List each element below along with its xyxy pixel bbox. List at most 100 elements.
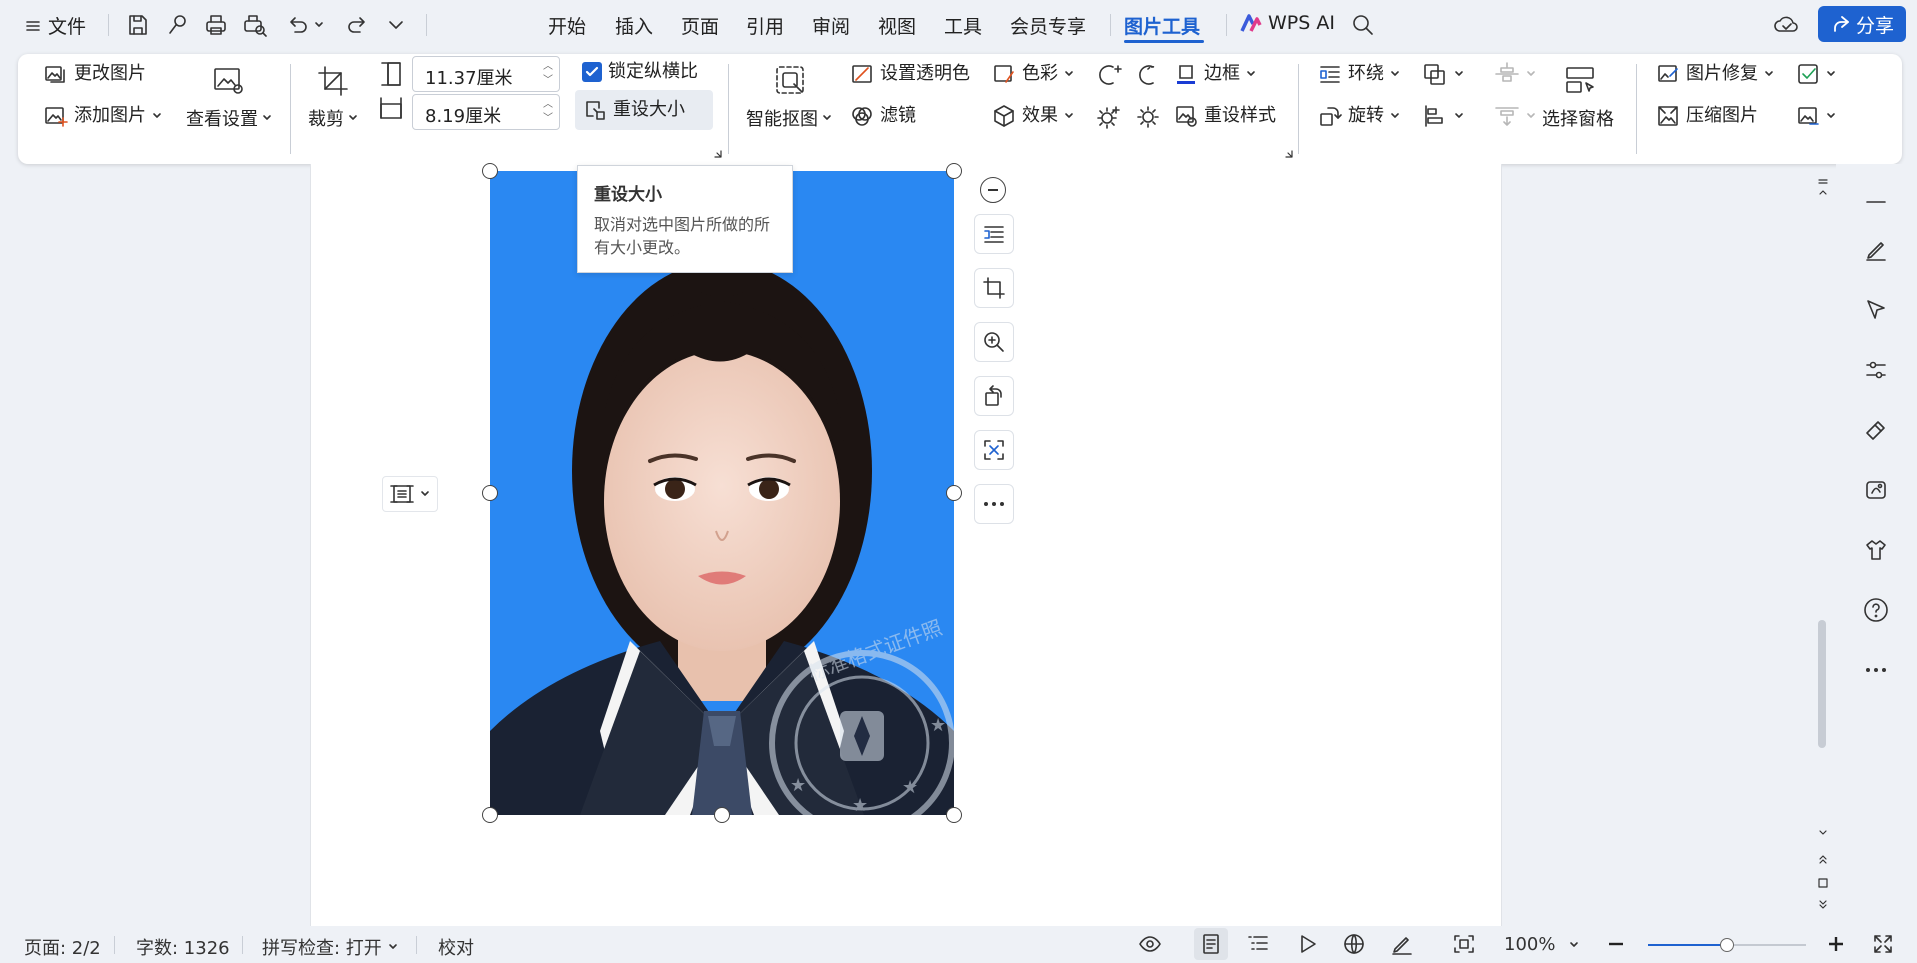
resize-handle-middle-right[interactable] xyxy=(946,485,962,501)
zoom-in-icon[interactable] xyxy=(1826,934,1846,954)
decrease-brightness-icon[interactable] xyxy=(1136,105,1162,129)
effects-button[interactable]: 效果 xyxy=(992,104,1074,128)
picture-convert-button[interactable] xyxy=(1796,104,1836,128)
resize-handle-middle-left[interactable] xyxy=(482,485,498,501)
color-button[interactable]: 色彩 xyxy=(992,62,1074,86)
writing-mode-icon[interactable] xyxy=(1390,933,1414,955)
undo-dropdown-icon[interactable] xyxy=(314,20,324,30)
resize-handle-bottom-right[interactable] xyxy=(946,807,962,823)
scroll-up-icon[interactable] xyxy=(1816,174,1830,198)
set-transparent-color-button[interactable]: 设置透明色 xyxy=(850,62,970,86)
border-button[interactable]: 边框 xyxy=(1174,62,1256,86)
outfit-icon[interactable] xyxy=(1860,534,1892,566)
save-icon[interactable] xyxy=(126,13,150,37)
decrease-contrast-icon[interactable] xyxy=(1136,63,1162,87)
page-indicator[interactable]: 页面: 2/2 xyxy=(24,934,101,960)
picture-check-button[interactable] xyxy=(1796,62,1836,86)
float-extract-text-button[interactable] xyxy=(974,430,1014,470)
share-button[interactable]: 分享 xyxy=(1818,6,1906,42)
selection-pane-button[interactable]: 选择窗格 xyxy=(1540,62,1620,152)
next-page-icon[interactable] xyxy=(1816,898,1830,912)
filter-button[interactable]: 滤镜 xyxy=(850,104,916,128)
fit-page-icon[interactable] xyxy=(1452,933,1476,955)
print-icon[interactable] xyxy=(204,13,228,37)
web-view-icon[interactable] xyxy=(1342,933,1366,955)
resize-handle-bottom-left[interactable] xyxy=(482,807,498,823)
pen-icon[interactable] xyxy=(1860,234,1892,266)
scroll-down-icon[interactable] xyxy=(1816,828,1830,840)
vertical-scrollbar-thumb[interactable] xyxy=(1818,620,1826,748)
tab-member[interactable]: 会员专享 xyxy=(1010,12,1086,39)
previous-page-icon[interactable] xyxy=(1816,852,1830,866)
picture-repair-button[interactable]: 图片修复 xyxy=(1656,62,1774,86)
search-icon[interactable] xyxy=(1351,13,1375,37)
float-rotate-button[interactable] xyxy=(974,376,1014,416)
spell-check-toggle[interactable]: 拼写检查: 打开 xyxy=(262,934,398,960)
change-picture-button[interactable]: 更改图片 xyxy=(44,62,146,86)
cloud-sync-icon[interactable] xyxy=(1773,12,1801,36)
layout-options-button[interactable] xyxy=(382,476,438,512)
zoom-slider[interactable] xyxy=(1648,938,1806,952)
zoom-dropdown[interactable]: 100% xyxy=(1504,934,1579,955)
lock-aspect-checkbox[interactable]: 锁定纵横比 xyxy=(582,62,698,82)
tab-tools[interactable]: 工具 xyxy=(944,12,982,39)
add-picture-button[interactable]: 添加图片 xyxy=(44,104,162,128)
height-stepper[interactable]: ︿ ﹀ xyxy=(543,60,553,88)
float-zoom-button[interactable] xyxy=(974,322,1014,362)
reset-size-button[interactable]: 重设大小 xyxy=(575,90,713,130)
format-painter-icon[interactable] xyxy=(166,13,190,37)
resize-handle-top-right[interactable] xyxy=(946,163,962,179)
increase-contrast-icon[interactable] xyxy=(1096,63,1122,87)
adjust-dialog-launcher-icon[interactable] xyxy=(1284,149,1294,159)
tools-icon[interactable] xyxy=(1860,414,1892,446)
width-input[interactable]: 8.19厘米 ︿ ﹀ xyxy=(412,94,560,130)
eye-protection-icon[interactable] xyxy=(1138,933,1162,955)
redo-icon[interactable] xyxy=(345,13,369,37)
panel-collapse-icon[interactable] xyxy=(1860,186,1892,218)
undo-icon[interactable] xyxy=(286,13,310,37)
fullscreen-icon[interactable] xyxy=(1872,933,1894,955)
compress-picture-button[interactable]: 压缩图片 xyxy=(1656,104,1758,128)
tab-insert[interactable]: 插入 xyxy=(615,12,653,39)
bring-forward-button[interactable] xyxy=(1422,62,1464,86)
increase-brightness-icon[interactable] xyxy=(1096,105,1122,129)
resize-handle-top-left[interactable] xyxy=(482,163,498,179)
align-button[interactable] xyxy=(1422,104,1464,128)
read-mode-icon[interactable] xyxy=(1296,933,1318,955)
tab-page[interactable]: 页面 xyxy=(681,12,719,39)
ai-design-icon[interactable] xyxy=(1860,474,1892,506)
reset-style-button[interactable]: 重设样式 xyxy=(1174,104,1276,128)
wrap-button[interactable]: 环绕 xyxy=(1318,62,1400,86)
wps-ai-button[interactable]: WPS AI xyxy=(1240,12,1335,34)
float-crop-button[interactable] xyxy=(974,268,1014,308)
page-view-button[interactable] xyxy=(1194,928,1228,960)
word-count[interactable]: 字数: 1326 xyxy=(136,934,230,960)
proofread-button[interactable]: 校对 xyxy=(438,934,474,960)
rotate-button[interactable]: 旋转 xyxy=(1318,104,1400,128)
zoom-slider-thumb[interactable] xyxy=(1720,938,1734,952)
print-preview-icon[interactable] xyxy=(242,13,268,37)
float-more-button[interactable] xyxy=(974,484,1014,524)
view-settings-button[interactable]: 查看设置 xyxy=(184,62,274,152)
zoom-out-icon[interactable] xyxy=(1606,934,1626,954)
tab-references[interactable]: 引用 xyxy=(746,12,784,39)
smart-cutout-button[interactable]: 智能抠图 xyxy=(744,62,836,152)
tab-picture-tools[interactable]: 图片工具 xyxy=(1124,12,1200,39)
tab-review[interactable]: 审阅 xyxy=(812,12,850,39)
help-icon[interactable] xyxy=(1860,594,1892,626)
tab-start[interactable]: 开始 xyxy=(548,12,586,39)
outline-view-icon[interactable] xyxy=(1246,933,1270,955)
collapse-float-toolbar-button[interactable] xyxy=(980,177,1006,203)
height-input[interactable]: 11.37厘米 ︿ ﹀ xyxy=(412,56,560,92)
width-stepper[interactable]: ︿ ﹀ xyxy=(543,98,553,126)
resize-handle-bottom-center[interactable] xyxy=(714,807,730,823)
size-dialog-launcher-icon[interactable] xyxy=(713,149,723,159)
select-cursor-icon[interactable] xyxy=(1860,294,1892,326)
adjust-sliders-icon[interactable] xyxy=(1860,354,1892,386)
quick-access-more-icon[interactable] xyxy=(388,18,404,32)
crop-button[interactable]: 裁剪 xyxy=(306,62,368,152)
select-browse-object-icon[interactable] xyxy=(1816,877,1830,889)
float-wrap-button[interactable] xyxy=(974,214,1014,254)
tab-view[interactable]: 视图 xyxy=(878,12,916,39)
panel-more-icon[interactable] xyxy=(1860,654,1892,686)
